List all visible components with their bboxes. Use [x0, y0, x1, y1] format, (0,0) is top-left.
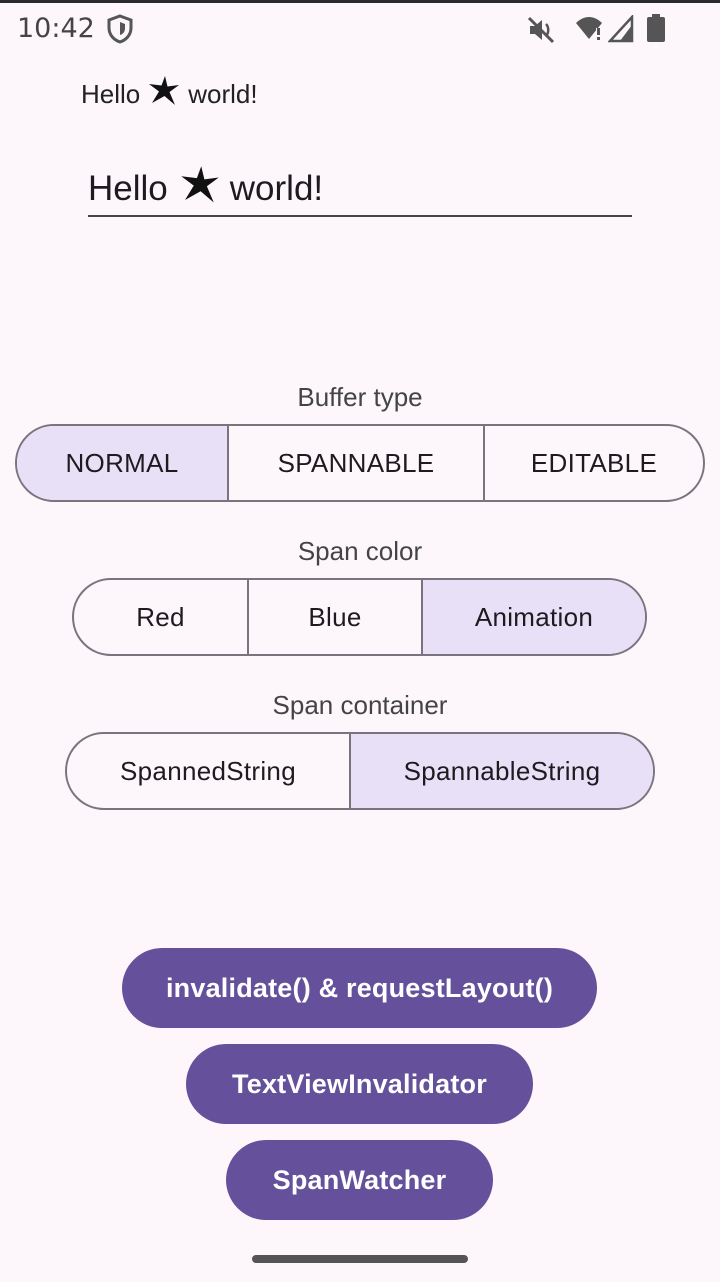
buffer-editable-button[interactable]: EDITABLE	[485, 426, 703, 500]
status-time: 10:42	[17, 13, 95, 44]
span-color-toggle-group: Red Blue Animation	[72, 578, 647, 656]
container-spanned-string-button[interactable]: SpannedString	[67, 734, 351, 808]
text-before: Hello	[81, 78, 141, 109]
volume-off-icon	[526, 15, 556, 50]
buffer-normal-button[interactable]: NORMAL	[17, 426, 229, 500]
buffer-type-label: Buffer type	[297, 382, 423, 412]
star-icon	[180, 165, 220, 214]
color-blue-button[interactable]: Blue	[249, 580, 423, 654]
span-color-label: Span color	[297, 536, 423, 566]
edit-text-before: Hello	[88, 169, 168, 208]
hello-world-edittext[interactable]: Hello world!	[88, 163, 632, 217]
invalidate-request-layout-button[interactable]: invalidate() & requestLayout()	[122, 948, 597, 1028]
star-icon	[148, 75, 180, 114]
span-container-toggle-group: SpannedString SpannableString	[65, 732, 655, 810]
span-watcher-button[interactable]: SpanWatcher	[226, 1140, 493, 1220]
edit-text-after: world!	[229, 169, 324, 208]
color-red-button[interactable]: Red	[74, 580, 249, 654]
buffer-type-toggle-group: NORMAL SPANNABLE EDITABLE	[15, 424, 705, 502]
battery-icon	[646, 13, 666, 48]
span-container-label: Span container	[272, 690, 448, 720]
hello-world-textview: Hello world!	[81, 75, 258, 114]
text-after: world!	[188, 78, 258, 109]
signal-icon	[607, 13, 634, 48]
buffer-spannable-button[interactable]: SPANNABLE	[229, 426, 485, 500]
container-spannable-string-button[interactable]: SpannableString	[351, 734, 653, 808]
gesture-navigation-bar[interactable]	[252, 1255, 468, 1263]
color-animation-button[interactable]: Animation	[423, 580, 645, 654]
shield-icon	[107, 14, 133, 49]
textview-invalidator-button[interactable]: TextViewInvalidator	[186, 1044, 533, 1124]
status-bar: 10:42	[0, 3, 720, 53]
wifi-icon	[574, 14, 604, 47]
